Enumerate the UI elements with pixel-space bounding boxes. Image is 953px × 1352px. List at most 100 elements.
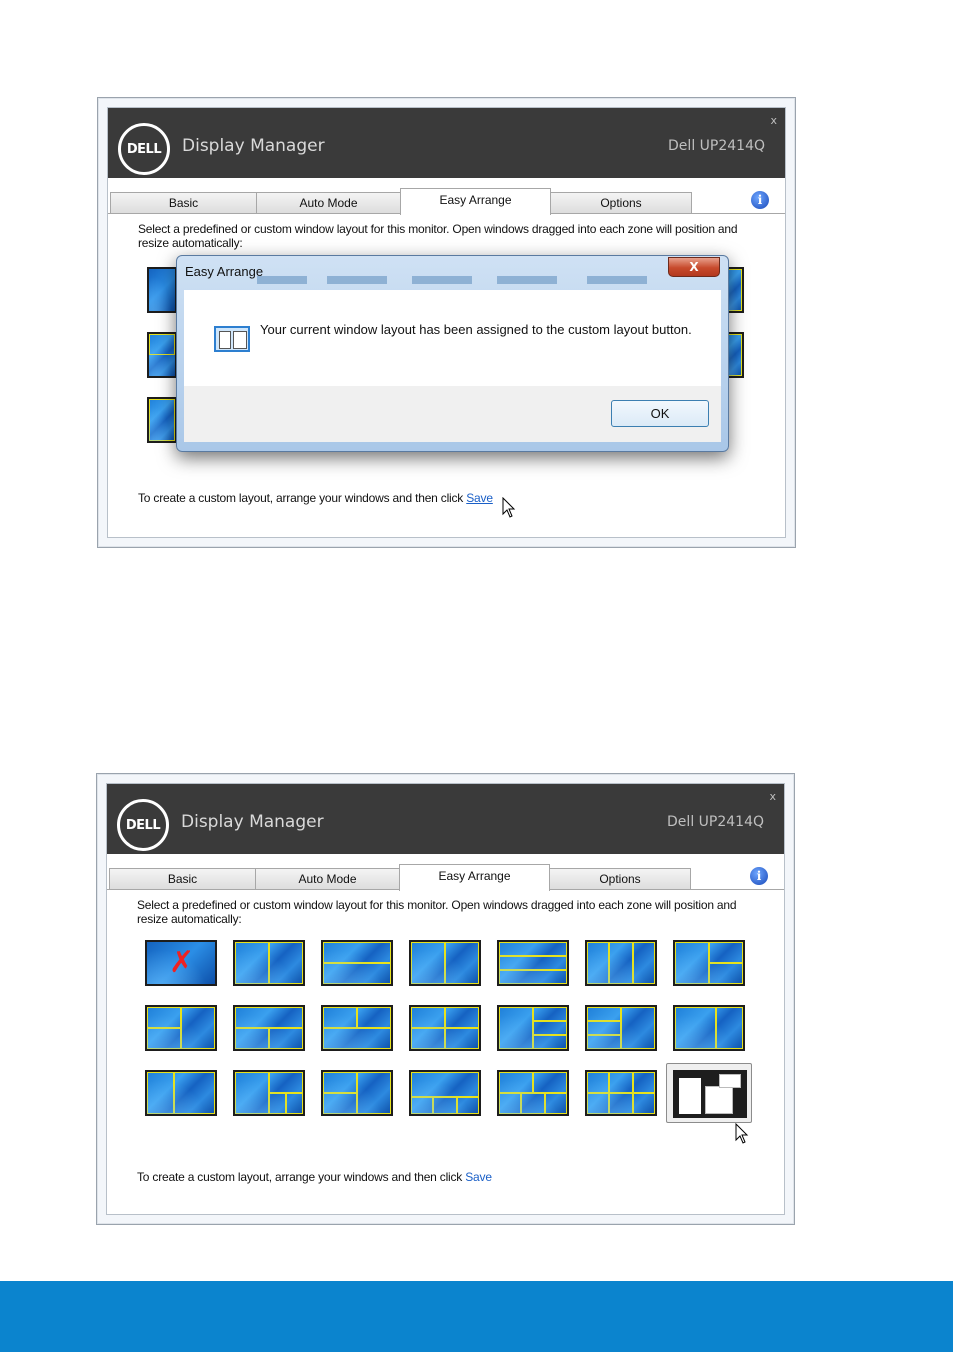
custom-layout-hint: To create a custom layout, arrange your … <box>138 491 493 505</box>
tab-easy-arrange[interactable]: Easy Arrange <box>400 188 551 215</box>
layout-3-split-bottom-icon[interactable] <box>321 1005 393 1051</box>
info-icon[interactable]: i <box>750 867 768 885</box>
title-bar: DELL Display Manager Dell UP2414Q x <box>108 108 785 178</box>
mouse-cursor-icon <box>502 497 516 518</box>
layout-2-col-wide-icon[interactable] <box>673 1005 745 1051</box>
tab-auto-mode[interactable]: Auto Mode <box>256 192 401 214</box>
layout-5-bottom-icon[interactable] <box>409 1070 481 1116</box>
dell-logo: DELL <box>118 123 170 175</box>
layout-zone <box>521 1093 545 1114</box>
tab-options[interactable]: Options <box>549 868 691 890</box>
layout-zone <box>499 1007 533 1049</box>
layout-2-col-wide-icon[interactable] <box>147 397 177 443</box>
layout-3-split-left-icon[interactable] <box>145 1005 217 1051</box>
layout-4-mixed-icon[interactable] <box>321 1070 393 1116</box>
layout-zone <box>587 1020 621 1036</box>
close-icon[interactable]: x <box>770 114 777 127</box>
tab-bar: Basic Auto Mode Easy Arrange Options i <box>107 854 784 891</box>
layout-zone <box>357 1007 391 1028</box>
layout-2-col-alt-icon[interactable] <box>409 940 481 986</box>
layout-zone <box>269 1072 303 1093</box>
window-frame: DELL Display Manager Dell UP2414Q x Basi… <box>106 783 785 1215</box>
tab-easy-arrange[interactable]: Easy Arrange <box>399 864 550 891</box>
layout-3-row-icon[interactable] <box>497 940 569 986</box>
layout-4-left-stack-icon[interactable] <box>585 1005 657 1051</box>
layout-zone <box>181 1007 215 1049</box>
layout-6-grid-icon[interactable] <box>585 1070 657 1116</box>
dialog-close-button[interactable]: X <box>668 257 720 277</box>
layout-zone <box>235 1007 303 1028</box>
layout-zone <box>147 1072 175 1114</box>
layout-zone <box>499 1093 522 1114</box>
custom-layout-button[interactable] <box>666 1063 752 1123</box>
layout-zone <box>269 942 303 984</box>
custom-layout-hint: To create a custom layout, arrange your … <box>137 1170 492 1184</box>
layout-zone <box>499 1072 533 1093</box>
save-link[interactable]: Save <box>465 1170 492 1184</box>
layout-zone <box>174 1072 215 1114</box>
monitor-model: Dell UP2414Q <box>667 814 764 830</box>
layout-zone <box>456 1097 479 1114</box>
tab-bar: Basic Auto Mode Easy Arrange Options i <box>108 178 785 215</box>
layout-zone <box>323 963 391 984</box>
layout-2-row-icon[interactable] <box>321 940 393 986</box>
display-manager-window-2: DELL Display Manager Dell UP2414Q x Basi… <box>96 773 795 1225</box>
no-layout-icon[interactable]: ✗ <box>145 940 217 986</box>
layout-zone <box>499 955 567 971</box>
title-bar: DELL Display Manager Dell UP2414Q x <box>107 784 784 854</box>
layout-3-split-left-icon[interactable] <box>147 332 177 378</box>
layout-zone <box>411 1007 445 1028</box>
tab-basic[interactable]: Basic <box>109 868 256 890</box>
custom-window-shape <box>705 1086 733 1114</box>
tab-options[interactable]: Options <box>550 192 692 214</box>
layout-zone <box>286 1093 303 1114</box>
layout-4-right-stack-icon[interactable] <box>497 1005 569 1051</box>
save-link[interactable]: Save <box>466 491 493 505</box>
layout-zone <box>411 1028 445 1049</box>
layout-zone <box>632 1093 655 1114</box>
custom-window-shape <box>679 1078 701 1114</box>
layout-zone <box>445 1028 479 1049</box>
layout-3-split-right-icon[interactable] <box>673 940 745 986</box>
layout-4-grid-icon[interactable] <box>409 1005 481 1051</box>
hint-text: To create a custom layout, arrange your … <box>138 491 467 505</box>
tab-basic[interactable]: Basic <box>110 192 257 214</box>
description-text: Select a predefined or custom window lay… <box>137 898 737 926</box>
blurred-background <box>497 276 557 284</box>
layout-zone <box>715 1007 743 1049</box>
layout-zone <box>323 1007 357 1028</box>
layout-zone <box>235 1072 269 1114</box>
tab-auto-mode[interactable]: Auto Mode <box>255 868 400 890</box>
layout-3-split-top-icon[interactable] <box>233 1005 305 1051</box>
description-text: Select a predefined or custom window lay… <box>138 222 738 250</box>
layout-2-col-icon[interactable] <box>233 940 305 986</box>
info-icon[interactable]: i <box>751 191 769 209</box>
ok-button[interactable]: OK <box>611 400 709 427</box>
layout-zone <box>709 963 743 984</box>
hint-text: To create a custom layout, arrange your … <box>137 1170 466 1184</box>
layout-zone <box>323 942 391 963</box>
layout-zone <box>445 942 479 984</box>
red-x-icon: ✗ <box>169 945 195 980</box>
app-title: Display Manager <box>181 812 324 832</box>
layout-2-col-narrow-icon[interactable] <box>145 1070 217 1116</box>
no-layout-icon[interactable] <box>147 267 177 313</box>
footer-bar <box>0 1281 953 1352</box>
layout-3-col-right-stack-icon[interactable] <box>233 1070 305 1116</box>
layout-zone <box>587 1072 610 1093</box>
blurred-background <box>412 276 472 284</box>
layout-zone <box>323 1093 357 1114</box>
layout-zone <box>544 1093 567 1114</box>
layout-zone <box>235 1028 269 1049</box>
mouse-cursor-icon <box>735 1123 749 1144</box>
blurred-background <box>327 276 387 284</box>
close-icon[interactable]: x <box>769 790 776 803</box>
layout-5-grid-icon[interactable] <box>497 1070 569 1116</box>
easy-arrange-dialog: Easy Arrange X Your current window layou… <box>176 255 729 452</box>
layout-zone <box>675 942 709 984</box>
layout-zone <box>632 942 655 984</box>
layout-3-col-icon[interactable] <box>585 940 657 986</box>
layout-zone <box>235 942 269 984</box>
layout-zone <box>323 1028 391 1049</box>
layout-zone <box>433 1097 457 1114</box>
